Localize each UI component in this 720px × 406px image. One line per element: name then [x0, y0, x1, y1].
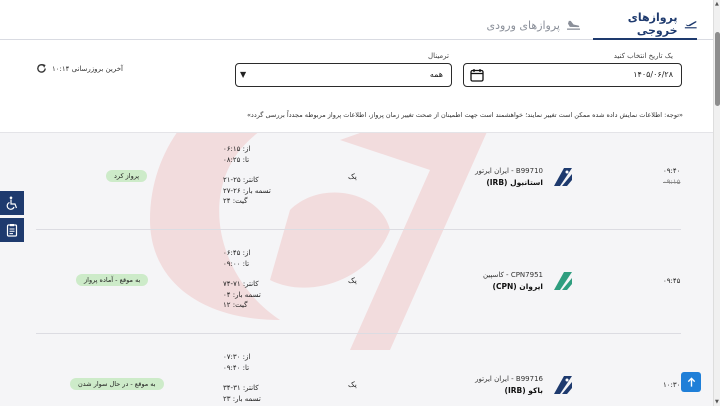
status-badge: به موقع - آماده پرواز [76, 274, 149, 286]
tab-arrivals-label: پروازهای ورودی [486, 18, 560, 32]
scheduled-time: ۰۹:۴۵ [663, 277, 681, 285]
caspian-logo-icon [554, 272, 572, 290]
plane-arrival-icon [567, 20, 580, 30]
flight-class: یک [348, 276, 357, 285]
accessibility-button[interactable] [0, 191, 24, 215]
plane-departure-icon [684, 21, 697, 29]
terminal-value: همه [429, 70, 443, 79]
scroll-up-icon[interactable]: ▲ [715, 1, 719, 7]
flight-time: ۰۹:۴۰ ۰۹:۱۵ [663, 166, 680, 188]
flight-info: CPN7951 - کاسپین ایروان (CPN) [483, 270, 543, 293]
flight-info: B99716 - ایران ایرتور باکو (IRB) [475, 374, 543, 397]
tab-departures-label: پروازهای خروجی [627, 11, 678, 37]
counter: کانتر: ۲۵-۲۱ [223, 176, 259, 184]
previous-time: ۰۹:۱۵ [663, 178, 681, 186]
destination: استانبول (IRB) [486, 178, 543, 187]
checkin-schedule: از: ۰۷:۳۰ تا: ۰۹:۴۰ کانتر: ۳۱-۳۴ تسمه با… [223, 352, 283, 404]
scheduled-time: ۰۹:۴۰ [663, 167, 681, 175]
status-badge: به موقع - در حال سوار شدن [70, 378, 164, 390]
checkin-from: از: ۰۶:۱۵ [223, 145, 251, 153]
flight-number: B99710 - ایران ایرتور [475, 167, 543, 175]
gate: گیت: ۲۴ [223, 197, 248, 205]
flight-row[interactable]: ۰۹:۴۵ CPN7951 - کاسپین ایروان (CPN) یک ا… [36, 230, 681, 334]
scrollbar[interactable]: ▲ ▼ [713, 0, 720, 406]
flight-class: یک [348, 172, 357, 181]
gate: گیت: ۱۲ [223, 301, 248, 309]
scrollbar-thumb[interactable] [715, 32, 720, 106]
iran-airtour-logo-icon [554, 168, 572, 186]
flight-row[interactable]: ۱۰:۳۰ B99716 - ایران ایرتور باکو (IRB) ی… [36, 334, 681, 406]
clipboard-icon [6, 224, 18, 237]
iran-airtour-logo-icon [554, 376, 572, 394]
chevron-down-icon: ▼ [240, 70, 247, 79]
counter: کانتر: ۳۱-۳۴ [223, 384, 259, 392]
checkin-to: تا: ۰۸:۲۵ [223, 155, 250, 164]
flight-time: ۱۰:۳۰ [663, 380, 680, 391]
terminal-select[interactable]: همه ▼ [235, 63, 452, 87]
destination: ایروان (CPN) [492, 282, 543, 291]
date-label: یک تاریخ انتخاب کنید [613, 52, 673, 60]
checkin-from: از: ۰۷:۳۰ [223, 353, 251, 361]
checkin-schedule: از: ۰۶:۴۵ تا: ۰۹:۰۰ کانتر: ۷۱-۷۴ تسمه با… [223, 248, 283, 311]
clipboard-button[interactable] [0, 218, 24, 242]
flight-info: B99710 - ایران ایرتور استانبول (IRB) [475, 166, 543, 189]
baggage-belt: تسمه بار: ۲۶-۲۷ [223, 186, 271, 195]
flight-number: B99716 - ایران ایرتور [475, 375, 543, 383]
calendar-icon [470, 69, 484, 82]
counter: کانتر: ۷۱-۷۴ [223, 280, 259, 288]
last-update: آخرین بروزرسانی ۱۰:۱۴ [36, 63, 123, 74]
flight-time: ۰۹:۴۵ [663, 276, 680, 287]
arrow-up-icon [687, 376, 695, 387]
terminal-label: ترمینال [427, 52, 449, 60]
flight-class: یک [348, 380, 357, 389]
header-panel: پروازهای خروجی پروازهای ورودی یک تاریخ ا… [0, 0, 713, 133]
last-update-text: آخرین بروزرسانی ۱۰:۱۴ [52, 64, 123, 73]
scroll-to-top-button[interactable] [681, 372, 701, 392]
destination: باکو (IRB) [504, 386, 543, 395]
status-badge: پرواز کرد [106, 170, 148, 182]
scheduled-time: ۱۰:۳۰ [663, 381, 681, 389]
baggage-belt: تسمه بار: ۰۴ [223, 290, 261, 299]
checkin-from: از: ۰۶:۴۵ [223, 249, 251, 257]
notice-text: «توجه: اطلاعات نمایش داده شده ممکن است ت… [246, 111, 683, 119]
date-picker[interactable]: ۱۴۰۵/۰۶/۲۸ [463, 63, 682, 87]
scroll-down-icon[interactable]: ▼ [715, 399, 719, 405]
baggage-belt: تسمه بار: ۲۳ [223, 394, 261, 403]
flight-row[interactable]: ۰۹:۴۰ ۰۹:۱۵ B99710 - ایران ایرتور استانب… [36, 134, 681, 230]
flight-number: CPN7951 - کاسپین [482, 271, 543, 279]
page: پروازهای خروجی پروازهای ورودی یک تاریخ ا… [0, 0, 713, 406]
checkin-schedule: از: ۰۶:۱۵ تا: ۰۸:۲۵ کانتر: ۲۵-۲۱ تسمه با… [223, 144, 283, 207]
checkin-to: تا: ۰۹:۴۰ [223, 363, 250, 372]
tab-arrivals[interactable]: پروازهای ورودی [486, 10, 581, 40]
date-value: ۱۴۰۵/۰۶/۲۸ [633, 70, 673, 79]
tab-departures[interactable]: پروازهای خروجی [593, 10, 697, 40]
wheelchair-icon [6, 196, 18, 210]
tab-bar: پروازهای خروجی پروازهای ورودی [0, 0, 713, 40]
checkin-to: تا: ۰۹:۰۰ [223, 259, 250, 268]
refresh-icon[interactable] [36, 63, 47, 74]
